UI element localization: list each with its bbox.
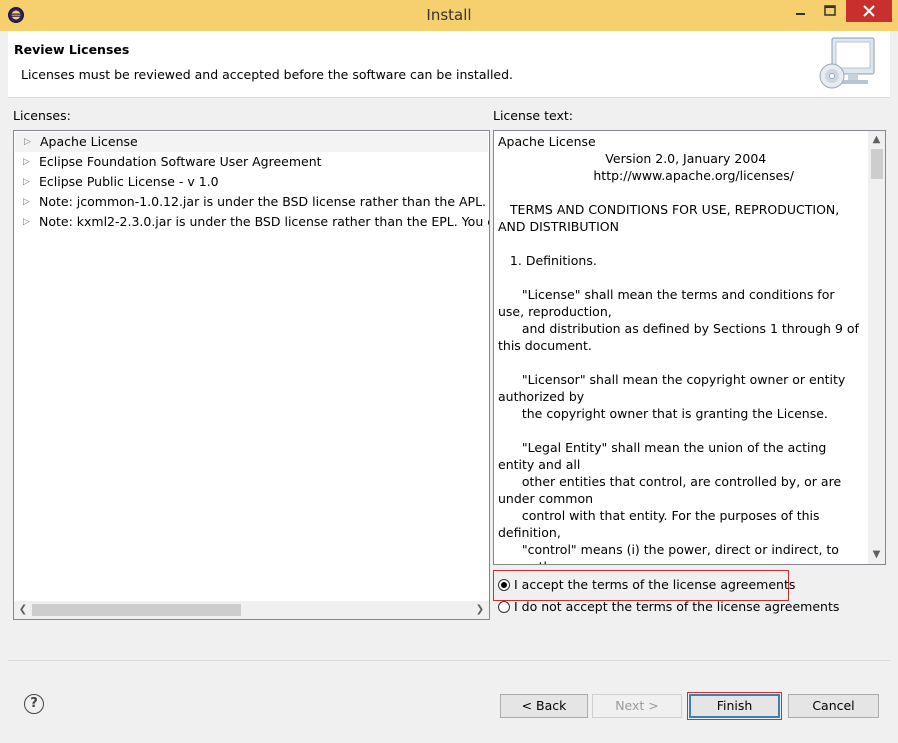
page-description: Licenses must be reviewed and accepted b… [21, 67, 514, 82]
scroll-right-icon[interactable]: ❯ [473, 602, 487, 618]
install-dialog: Install Review Licenses Licenses must be… [0, 0, 898, 743]
minimize-icon [796, 13, 805, 15]
accept-radio-label[interactable]: I accept the terms of the license agreem… [514, 576, 795, 594]
decline-radio-label[interactable]: I do not accept the terms of the license… [514, 598, 839, 616]
close-icon [863, 5, 875, 17]
license-text-label: License text: [493, 108, 573, 123]
footer-divider [8, 660, 890, 661]
tree-item-label: Eclipse Foundation Software User Agreeme… [39, 154, 322, 169]
scroll-down-icon[interactable]: ▼ [868, 547, 885, 563]
minimize-button[interactable] [786, 0, 816, 22]
expand-arrow-icon[interactable]: ▷ [23, 212, 31, 232]
scrollbar-thumb[interactable] [32, 604, 241, 616]
expand-arrow-icon[interactable]: ▷ [23, 192, 31, 212]
maximize-button[interactable] [816, 0, 844, 22]
licenses-tree[interactable]: ▷ Apache License ▷ Eclipse Foundation So… [13, 130, 490, 620]
back-button[interactable]: < Back [500, 694, 588, 718]
tree-item-label: Note: jcommon-1.0.12.jar is under the BS… [39, 194, 490, 209]
expand-arrow-icon[interactable]: ▷ [23, 172, 31, 192]
close-button[interactable] [846, 0, 892, 22]
tree-item-label: Eclipse Public License - v 1.0 [39, 174, 219, 189]
horizontal-scrollbar[interactable]: ❮ ❯ [14, 601, 489, 619]
help-icon[interactable]: ? [24, 694, 44, 714]
scrollbar-thumb[interactable] [871, 149, 883, 179]
maximize-icon [824, 5, 836, 16]
expand-arrow-icon[interactable]: ▷ [23, 152, 31, 172]
accept-radio-button[interactable] [498, 579, 510, 591]
license-text: Apache License Version 2.0, January 2004… [498, 134, 859, 564]
vertical-scrollbar[interactable]: ▲ ▼ [868, 131, 885, 564]
next-button[interactable]: Next > [592, 694, 682, 718]
install-banner-icon [819, 37, 875, 89]
tree-item-label: Apache License [40, 134, 138, 149]
decline-radio-button[interactable] [498, 601, 510, 613]
tree-item-apache-license[interactable]: ▷ Apache License [15, 132, 488, 152]
tree-item-label: Note: kxml2-2.3.0.jar is under the BSD l… [39, 214, 490, 229]
expand-arrow-icon[interactable]: ▷ [24, 132, 32, 152]
window-title: Install [426, 6, 472, 24]
title-bar: Install [0, 0, 898, 31]
license-text-area[interactable]: Apache License Version 2.0, January 2004… [493, 130, 886, 565]
scroll-up-icon[interactable]: ▲ [868, 132, 885, 148]
wizard-header: Review Licenses Licenses must be reviewe… [8, 31, 890, 98]
scroll-left-icon[interactable]: ❮ [16, 602, 30, 618]
page-title: Review Licenses [14, 42, 130, 57]
licenses-label: Licenses: [13, 108, 71, 123]
finish-button[interactable]: Finish [689, 694, 780, 718]
cancel-button[interactable]: Cancel [788, 694, 879, 718]
